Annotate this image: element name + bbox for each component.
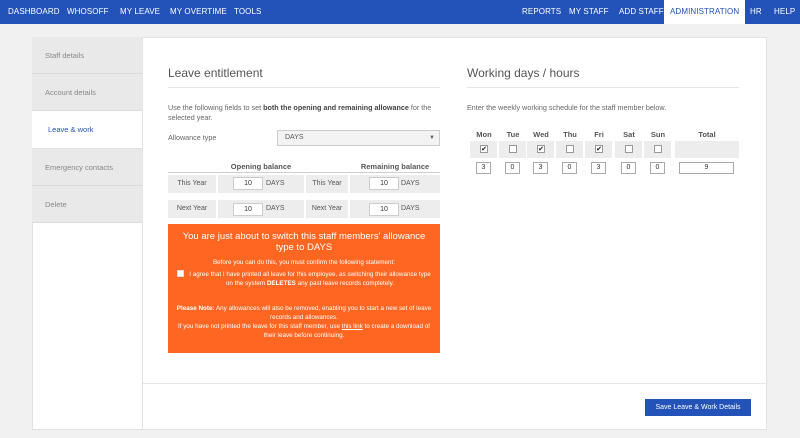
day-checkbox-5[interactable]	[625, 145, 633, 153]
nav-reports[interactable]: REPORTS	[522, 0, 561, 24]
download-leave-link[interactable]: this link	[342, 323, 363, 330]
print-leave-text: If you have not printed the leave for th…	[178, 323, 430, 339]
warning-note: Please Note: Any allowances will also be…	[176, 305, 432, 321]
day-header-6: Sun	[650, 130, 666, 139]
day-header-5: Sat	[623, 130, 635, 139]
total-header: Total	[698, 130, 716, 139]
row-label-cell: This Year	[168, 175, 216, 193]
warning-title: You are just about to switch this staff …	[182, 231, 426, 253]
day-header-4: Fri	[594, 130, 604, 139]
nav-tools[interactable]: TOOLS	[234, 0, 261, 24]
day-checkbox-2[interactable]: ✔	[537, 145, 545, 153]
allowance-type-label: Allowance type	[168, 133, 217, 142]
total-checkbox-cell	[675, 141, 739, 158]
chevron-down-icon: ▼	[429, 135, 435, 141]
side-tabs: Staff details Account details Leave & wo…	[32, 37, 142, 223]
day-hours-input-5[interactable]: 0	[621, 162, 636, 174]
leave-title-rule	[168, 87, 440, 88]
day-header-2: Wed	[533, 130, 549, 139]
save-leave-work-button[interactable]: Save Leave & Work Details	[645, 399, 751, 416]
unit-label: DAYS	[401, 180, 420, 187]
this-year-label: This Year	[312, 180, 342, 187]
unit-label: DAYS	[266, 180, 285, 187]
leave-entitlement-title: Leave entitlement	[168, 66, 263, 80]
next-year-label: Next Year	[311, 205, 343, 212]
nav-help[interactable]: HELP	[774, 0, 795, 24]
day-hours-input-0[interactable]: 3	[476, 162, 491, 174]
row-label-cell: Next Year	[306, 200, 348, 218]
allowance-switch-warning: You are just about to switch this staff …	[168, 224, 440, 353]
tab-staff-details[interactable]: Staff details	[32, 37, 142, 74]
day-hours-input-2[interactable]: 3	[533, 162, 548, 174]
unit-label: DAYS	[401, 205, 420, 212]
day-checkbox-1[interactable]	[509, 145, 517, 153]
day-header-0: Mon	[476, 130, 492, 139]
working-days-title: Working days / hours	[467, 66, 580, 80]
day-checkbox-6[interactable]	[654, 145, 662, 153]
remaining-balance-header: Remaining balance	[360, 162, 430, 171]
warning-confirm-text: Before you can do this, you must confirm…	[212, 259, 395, 266]
next-year-label: Next Year	[176, 205, 208, 212]
day-hours-input-4[interactable]: 3	[591, 162, 606, 174]
nav-dashboard[interactable]: DASHBOARD	[8, 0, 60, 24]
allowance-type-select[interactable]: DAYS ▼	[277, 130, 440, 146]
agree-statement: I agree that I have printed all leave fo…	[189, 271, 431, 287]
row-label-cell: Next Year	[168, 200, 216, 218]
day-checkbox-0[interactable]: ✔	[480, 145, 488, 153]
row-label-cell: This Year	[306, 175, 348, 193]
tab-emergency-contacts[interactable]: Emergency contacts	[32, 149, 142, 186]
day-hours-input-1[interactable]: 0	[505, 162, 520, 174]
remaining-next-year-input[interactable]: 10	[369, 203, 399, 216]
tab-leave-and-work[interactable]: Leave & work	[32, 111, 142, 149]
footer-rule	[143, 383, 767, 384]
working-title-rule	[467, 87, 739, 88]
day-header-3: Thu	[563, 130, 577, 139]
unit-label: DAYS	[266, 205, 285, 212]
nav-my-leave[interactable]: MY LEAVE	[120, 0, 160, 24]
nav-my-overtime[interactable]: MY OVERTIME	[170, 0, 227, 24]
day-checkbox-4[interactable]: ✔	[595, 145, 603, 153]
nav-add-staff[interactable]: ADD STAFF	[619, 0, 664, 24]
this-year-label: This Year	[177, 180, 207, 187]
nav-whosoff[interactable]: WHOSOFF	[67, 0, 109, 24]
day-hours-input-3[interactable]: 0	[562, 162, 577, 174]
day-checkbox-3[interactable]	[566, 145, 574, 153]
tab-delete[interactable]: Delete	[32, 186, 142, 223]
total-hours-input[interactable]: 9	[679, 162, 734, 174]
day-hours-input-6[interactable]: 0	[650, 162, 665, 174]
day-header-1: Tue	[506, 130, 520, 139]
nav-my-staff[interactable]: MY STAFF	[569, 0, 609, 24]
balance-header-rule	[168, 172, 440, 173]
remaining-this-year-input[interactable]: 10	[369, 177, 399, 190]
tab-account-details[interactable]: Account details	[32, 74, 142, 111]
working-intro-text: Enter the weekly working schedule for th…	[467, 103, 667, 112]
opening-next-year-input[interactable]: 10	[233, 203, 263, 216]
nav-hr[interactable]: HR	[750, 0, 762, 24]
opening-balance-header: Opening balance	[230, 162, 292, 171]
opening-this-year-input[interactable]: 10	[233, 177, 263, 190]
leave-intro-text: Use the following fields to set both the…	[168, 103, 432, 122]
tab-divider	[142, 37, 143, 430]
nav-administration[interactable]: ADMINISTRATION	[664, 0, 746, 24]
top-navigation-bar: DASHBOARD WHOSOFF MY LEAVE MY OVERTIME T…	[0, 0, 800, 24]
allowance-type-value: DAYS	[285, 134, 304, 141]
